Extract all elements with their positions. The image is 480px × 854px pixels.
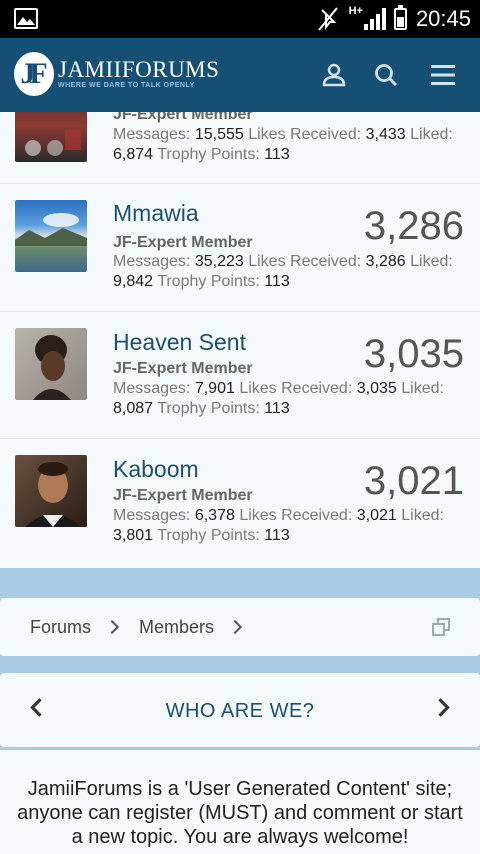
signal-icon xyxy=(363,8,386,30)
status-bar: H+ 20:45 xyxy=(0,0,480,38)
overlay-icon[interactable] xyxy=(432,618,450,636)
member-stats: Messages: 6,378 Likes Received: 3,021 Li… xyxy=(113,507,444,544)
member-list: JF-Expert Member Messages: 15,555 Likes … xyxy=(0,112,480,568)
member-title: JF-Expert Member xyxy=(113,112,253,123)
avatar[interactable] xyxy=(15,328,87,400)
member-name[interactable]: Kaboom xyxy=(113,456,199,483)
site-logo[interactable]: JF JAMIIFORUMS WHERE WE DARE TO TALK OPE… xyxy=(14,52,219,96)
brand-tagline: WHERE WE DARE TO TALK OPENLY xyxy=(58,82,195,89)
brand-name: JAMIIFORUMS xyxy=(58,57,220,82)
user-icon[interactable] xyxy=(321,62,347,88)
mute-icon xyxy=(317,7,338,31)
member-stats: Messages: 35,223 Likes Received: 3,286 L… xyxy=(113,253,453,290)
who-are-we-panel: WHO ARE WE? xyxy=(0,673,480,747)
avatar[interactable] xyxy=(15,455,87,527)
gallery-icon xyxy=(14,8,38,29)
member-title: JF-Expert Member xyxy=(113,360,253,377)
menu-icon[interactable] xyxy=(430,62,456,88)
member-title: JF-Expert Member xyxy=(113,487,253,504)
breadcrumb-members[interactable]: Members xyxy=(139,617,214,638)
member-score: 3,035 xyxy=(363,332,464,376)
who-are-we-title: WHO ARE WE? xyxy=(165,700,315,722)
search-icon[interactable] xyxy=(373,62,399,88)
member-name[interactable]: Mmawia xyxy=(113,200,199,227)
member-score: 3,021 xyxy=(363,459,464,503)
member-stats: Messages: 15,555 Likes Received: 3,433 L… xyxy=(113,126,453,163)
list-item[interactable]: Kaboom 3,021 JF-Expert Member Messages: … xyxy=(0,439,480,568)
battery-icon xyxy=(393,5,407,30)
breadcrumb: Forums Members xyxy=(0,598,480,656)
member-score: 3,286 xyxy=(363,204,464,248)
member-name[interactable]: Heaven Sent xyxy=(113,329,246,356)
network-type: H+ xyxy=(348,5,363,17)
app-header: JF JAMIIFORUMS WHERE WE DARE TO TALK OPE… xyxy=(0,38,480,112)
list-item[interactable]: Heaven Sent 3,035 JF-Expert Member Messa… xyxy=(0,312,480,439)
avatar[interactable] xyxy=(15,112,87,162)
about-text: JamiiForums is a 'User Generated Content… xyxy=(0,750,480,854)
breadcrumb-forums[interactable]: Forums xyxy=(30,617,91,638)
clock: 20:45 xyxy=(415,6,471,31)
chevron-right-icon xyxy=(104,619,120,635)
list-item[interactable]: JF-Expert Member Messages: 15,555 Likes … xyxy=(0,112,480,184)
logo-mark: JF xyxy=(14,52,54,96)
member-title: JF-Expert Member xyxy=(113,234,253,251)
member-stats: Messages: 7,901 Likes Received: 3,035 Li… xyxy=(113,380,444,417)
list-item[interactable]: Mmawia 3,286 JF-Expert Member Messages: … xyxy=(0,184,480,312)
avatar[interactable] xyxy=(15,200,87,272)
chevron-right-icon xyxy=(227,619,243,635)
